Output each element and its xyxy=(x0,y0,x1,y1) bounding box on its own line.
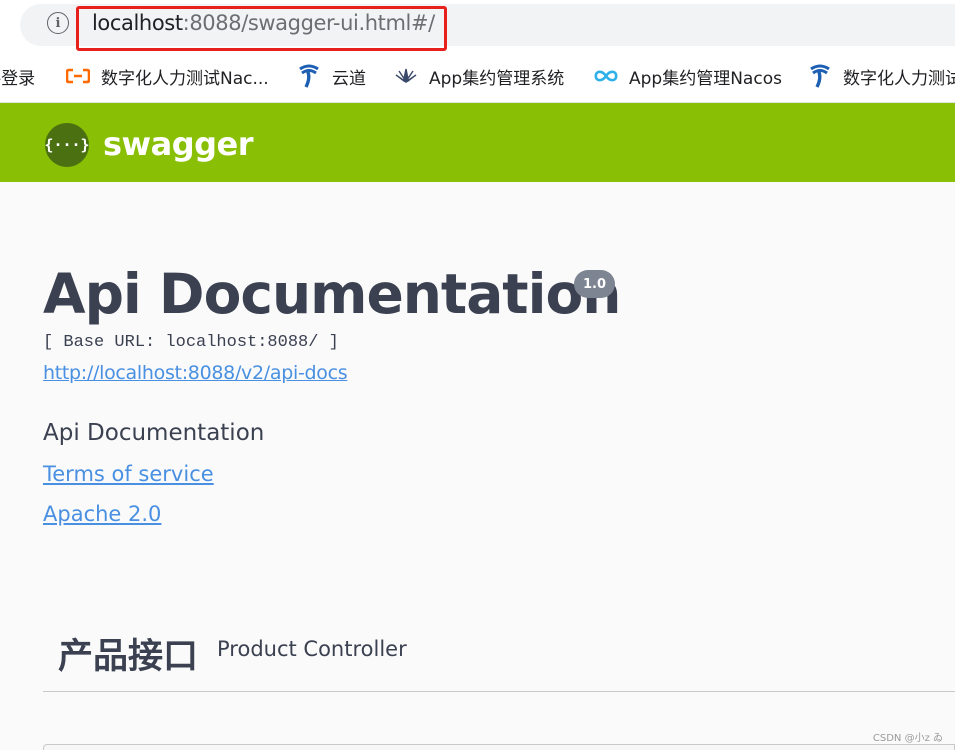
lotus-icon xyxy=(394,64,418,88)
swagger-topbar: {···} swagger xyxy=(0,103,955,182)
bookmark-hr-test[interactable]: 数字化人力测试 xyxy=(808,53,955,99)
license-link[interactable]: Apache 2.0 xyxy=(43,502,161,526)
url-highlight-annotation xyxy=(76,6,447,51)
bookmark-label: 云道 xyxy=(332,68,366,89)
bookmark-label: 数字化人力测试Nac... xyxy=(101,68,269,89)
infinity-icon xyxy=(594,64,618,88)
bookmark-label: App集约管理系统 xyxy=(429,68,565,89)
api-docs-link[interactable]: http://localhost:8088/v2/api-docs xyxy=(43,362,348,384)
tag-section-product[interactable]: 产品接口 Product Controller xyxy=(43,618,955,692)
version-badge: 1.0 xyxy=(574,270,616,298)
bookmark-app-nacos[interactable]: App集约管理Nacos xyxy=(594,53,782,99)
bookmark-yundao[interactable]: 云道 xyxy=(297,53,366,99)
bookmarks-bar: -登录 数字化人力测试Nac... 云道 App集约管理系统 App集约管理Na… xyxy=(0,53,955,103)
bookmark-label: App集约管理Nacos xyxy=(629,68,782,89)
browser-address-bar: i localhost:8088/swagger-ui.html#/ xyxy=(0,0,955,53)
bookmark-hr-test-nacos[interactable]: 数字化人力测试Nac... xyxy=(66,53,269,99)
operation-block[interactable] xyxy=(43,744,955,750)
china-telecom-icon xyxy=(808,64,832,88)
info-icon[interactable]: i xyxy=(47,12,69,34)
base-url: [ Base URL: localhost:8088/ ] xyxy=(43,333,339,352)
swagger-logo-icon[interactable]: {···} xyxy=(44,123,90,167)
china-telecom-icon xyxy=(297,64,321,88)
bookmark-login[interactable]: -登录 xyxy=(0,53,35,99)
alibaba-cloud-icon xyxy=(66,64,90,88)
bookmark-label: 数字化人力测试 xyxy=(843,68,955,89)
bookmark-app-system[interactable]: App集约管理系统 xyxy=(394,53,564,99)
tag-name: 产品接口 xyxy=(58,637,199,677)
api-description: Api Documentation xyxy=(43,420,265,446)
terms-of-service-link[interactable]: Terms of service xyxy=(43,462,214,486)
api-title: Api Documentation xyxy=(43,262,621,326)
watermark: CSDN @小z ゐ xyxy=(872,733,943,744)
swagger-logo-text[interactable]: swagger xyxy=(103,125,254,163)
tag-description: Product Controller xyxy=(217,637,407,661)
bookmark-label: -登录 xyxy=(0,68,36,89)
